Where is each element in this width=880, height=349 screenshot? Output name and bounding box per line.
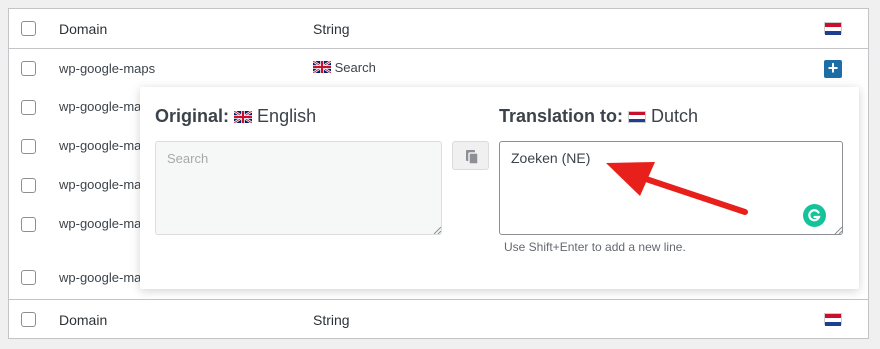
netherlands-flag-icon	[824, 313, 842, 326]
translation-label: Translation to:	[499, 106, 624, 126]
original-text-field[interactable]: Search	[155, 141, 442, 235]
row-checkbox[interactable]	[21, 61, 36, 76]
table-row: wp-google-maps Search	[9, 49, 868, 89]
string-column-footer[interactable]: String	[313, 312, 350, 328]
row-domain: wp-google-ma	[59, 138, 142, 153]
select-all-checkbox-footer[interactable]	[21, 312, 36, 327]
uk-flag-icon	[313, 61, 331, 73]
row-domain: wp-google-maps	[59, 61, 156, 76]
row-checkbox[interactable]	[21, 139, 36, 154]
add-translation-button[interactable]: +	[824, 59, 842, 78]
row-string-text: Search	[334, 60, 376, 75]
translation-text-field[interactable]: Zoeken (NE)	[499, 141, 843, 235]
row-domain: wp-google-ma	[59, 177, 142, 192]
domain-column-footer[interactable]: Domain	[59, 312, 107, 328]
domain-column-header[interactable]: Domain	[59, 21, 107, 37]
grammarly-icon[interactable]	[803, 204, 826, 227]
copy-icon	[466, 150, 479, 165]
string-column-header[interactable]: String	[313, 21, 350, 37]
row-checkbox[interactable]	[21, 100, 36, 115]
resize-handle-icon[interactable]	[433, 226, 441, 234]
row-domain: wp-google-ma	[59, 270, 142, 285]
copy-original-button[interactable]	[452, 141, 489, 170]
select-all-checkbox[interactable]	[21, 21, 36, 36]
original-heading: Original: English	[155, 106, 316, 127]
table-footer-row: Domain String	[9, 299, 868, 339]
row-string: Search	[313, 60, 376, 75]
newline-hint: Use Shift+Enter to add a new line.	[504, 240, 686, 254]
uk-flag-icon	[234, 111, 253, 123]
translation-language: Dutch	[651, 106, 699, 126]
original-label: Original:	[155, 106, 230, 126]
row-checkbox[interactable]	[21, 217, 36, 232]
row-checkbox[interactable]	[21, 178, 36, 193]
table-header-row: Domain String	[9, 9, 868, 49]
translation-heading: Translation to: Dutch	[499, 106, 698, 127]
original-language: English	[257, 106, 317, 126]
resize-handle-icon[interactable]	[834, 226, 842, 234]
translation-editor-popup: Original: English Translation to: Dutch …	[140, 87, 859, 289]
row-domain: wp-google-ma	[59, 216, 142, 231]
netherlands-flag-icon	[628, 111, 647, 123]
netherlands-flag-icon	[824, 22, 842, 35]
row-checkbox[interactable]	[21, 270, 36, 285]
